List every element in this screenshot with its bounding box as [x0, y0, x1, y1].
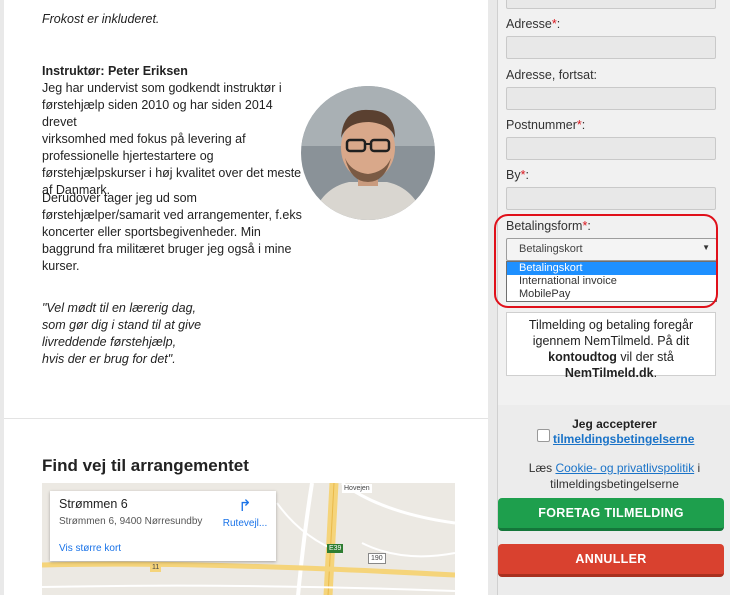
map-section-title: Find vej til arrangementet — [42, 456, 249, 475]
place-name: Strømmen 6 — [59, 497, 128, 511]
quote-line: "Vel mødt til en lærerig dag, — [42, 301, 197, 315]
city-label: By*: — [506, 168, 529, 182]
quote-line: som gør dig i stand til at give — [42, 318, 202, 332]
road-label: 190 — [368, 553, 386, 564]
submit-registration-button[interactable]: FORETAG TILMELDING — [498, 498, 724, 531]
directions-icon: ↱ — [238, 498, 252, 515]
bio-line: baggrund fra militæret bruger jeg også i… — [42, 242, 292, 273]
privacy-note: Læs Cookie- og privatlivspolitik i tilme… — [498, 460, 730, 492]
place-address: Strømmen 6, 9400 Nørresundby — [59, 516, 203, 527]
label-colon: : — [525, 168, 529, 182]
map-place-card: Strømmen 6 Strømmen 6, 9400 Nørresundby … — [50, 491, 276, 561]
payment-info-box: Tilmelding og betaling foregår igennem N… — [506, 312, 716, 380]
quote-line: hvis der er brug for det". — [42, 352, 176, 366]
page: Frokost er inkluderet. Instruktør: Peter… — [0, 0, 730, 595]
highlight-outline — [494, 214, 718, 308]
bio-line: førstehjælper/samarit ved arrangementer,… — [42, 208, 302, 222]
form-fields-panel: Adresse*: Adresse, fortsat: Postnummer*:… — [494, 0, 730, 405]
info-bold: kontoudtog — [548, 350, 617, 364]
quote-line: livreddende førstehjælp, — [42, 335, 177, 349]
bio-line: virksomhed med fokus på levering af — [42, 132, 246, 146]
note-text: Læs — [528, 461, 556, 475]
directions-label: Rutevejl... — [222, 518, 268, 529]
registration-form: Adresse*: Adresse, fortsat: Postnummer*:… — [494, 0, 730, 595]
lunch-note: Frokost er inkluderet. — [42, 12, 160, 26]
address-label: Adresse*: — [506, 17, 560, 31]
accept-terms: Jeg accepterer — [498, 417, 730, 431]
postal-label-text: Postnummer — [506, 118, 577, 132]
address2-field[interactable] — [506, 87, 716, 110]
cancel-button[interactable]: ANNULLER — [498, 544, 724, 577]
address2-label: Adresse, fortsat: — [506, 68, 598, 82]
info-text: vil der stå — [616, 350, 674, 364]
road-label: 11 — [150, 563, 162, 572]
address-label-text: Adresse — [506, 17, 552, 31]
info-text: Tilmelding og betaling foregår igennem N… — [528, 318, 694, 348]
info-text: . — [653, 366, 658, 380]
road-label: Hovejen — [342, 484, 372, 493]
larger-map-link[interactable]: Vis større kort — [59, 543, 121, 554]
instructor-quote: "Vel mødt til en lærerig dag, som gør di… — [42, 300, 222, 368]
accept-title: Jeg accepterer — [572, 417, 657, 431]
label-colon: : — [581, 118, 586, 132]
previous-field[interactable] — [506, 0, 716, 9]
bio-line: førstehjælp siden 2010 og har siden 2014… — [42, 98, 273, 129]
map-section: Find vej til arrangementet Hovejen E39 1… — [4, 418, 488, 595]
postal-field[interactable] — [506, 137, 716, 160]
city-field[interactable] — [506, 187, 716, 210]
info-bold: NemTilmeld.dk — [564, 366, 654, 380]
privacy-policy-link[interactable]: Cookie- og privatlivspolitik — [555, 461, 694, 475]
bio-line: Derudover tager jeg ud som — [42, 191, 197, 205]
city-label-text: By — [506, 168, 521, 182]
bio-line: førstehjælpskurser i høj kvalitet over d… — [42, 166, 302, 180]
bio-line: Jeg har undervist som godkendt instruktø… — [42, 81, 282, 95]
road-label: E39 — [327, 544, 344, 553]
accept-terms-checkbox[interactable] — [537, 429, 550, 442]
label-colon: : — [556, 17, 561, 31]
postal-label: Postnummer*: — [506, 118, 585, 132]
embedded-map[interactable]: Hovejen E39 190 11 Strømmen 6 Strømmen 6… — [42, 483, 455, 595]
address-field[interactable] — [506, 36, 716, 59]
course-description: Frokost er inkluderet. Instruktør: Peter… — [4, 0, 488, 418]
instructor-bio-2: Derudover tager jeg ud som førstehjælper… — [42, 190, 312, 275]
bio-line: professionelle hjertestartere og — [42, 149, 214, 163]
instructor-photo — [301, 86, 435, 220]
instructor-title: Instruktør: Peter Eriksen — [42, 64, 188, 78]
instructor-bio: Jeg har undervist som godkendt instruktø… — [42, 80, 308, 199]
bio-line: koncerter eller sportsbegivenheder. Min — [42, 225, 261, 239]
terms-link[interactable]: tilmeldingsbetingelserne — [553, 432, 694, 446]
directions-button[interactable]: ↱ Rutevejl... — [220, 498, 270, 530]
